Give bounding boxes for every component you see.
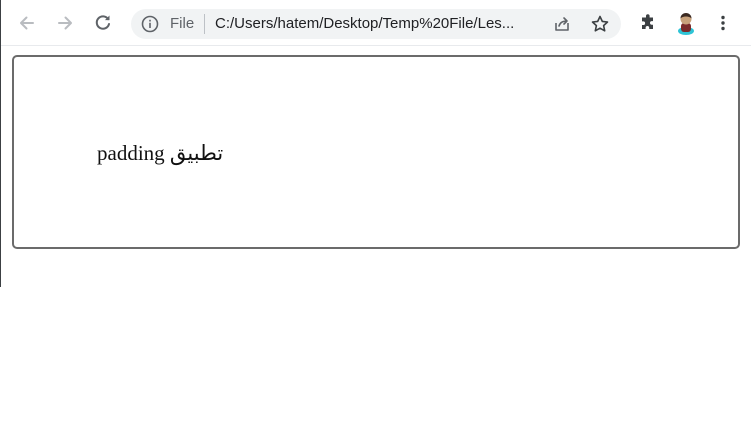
- url-text[interactable]: C:/Users/hatem/Desktop/Temp%20File/Les..…: [215, 15, 514, 33]
- star-outline-icon[interactable]: [590, 14, 610, 34]
- page-viewport: padding تطبيق: [1, 47, 751, 287]
- demo-text: padding تطبيق: [97, 141, 224, 165]
- omnibox-divider: [204, 14, 205, 34]
- reload-button[interactable]: [89, 9, 117, 37]
- forward-button[interactable]: [51, 9, 79, 37]
- three-dots-vertical-icon: [721, 15, 725, 31]
- arrow-left-icon: [20, 16, 34, 30]
- browser-window: File C:/Users/hatem/Desktop/Temp%20File/…: [0, 0, 751, 287]
- arrow-right-icon: [58, 16, 72, 30]
- avatar: [678, 13, 694, 35]
- share-icon[interactable]: [552, 14, 572, 34]
- extensions-button[interactable]: [634, 9, 662, 37]
- back-button[interactable]: [13, 9, 41, 37]
- padding-demo-box: padding تطبيق: [12, 55, 740, 249]
- browser-menu-button[interactable]: [709, 9, 737, 37]
- scheme-label: File: [170, 15, 195, 32]
- blank-area: [0, 287, 751, 430]
- profile-avatar-button[interactable]: [672, 9, 700, 37]
- browser-toolbar: File C:/Users/hatem/Desktop/Temp%20File/…: [1, 0, 751, 46]
- puzzle-piece-icon: [642, 14, 653, 29]
- reload-icon: [95, 15, 110, 30]
- address-bar[interactable]: File C:/Users/hatem/Desktop/Temp%20File/…: [131, 9, 621, 39]
- info-circle-icon[interactable]: [141, 15, 159, 33]
